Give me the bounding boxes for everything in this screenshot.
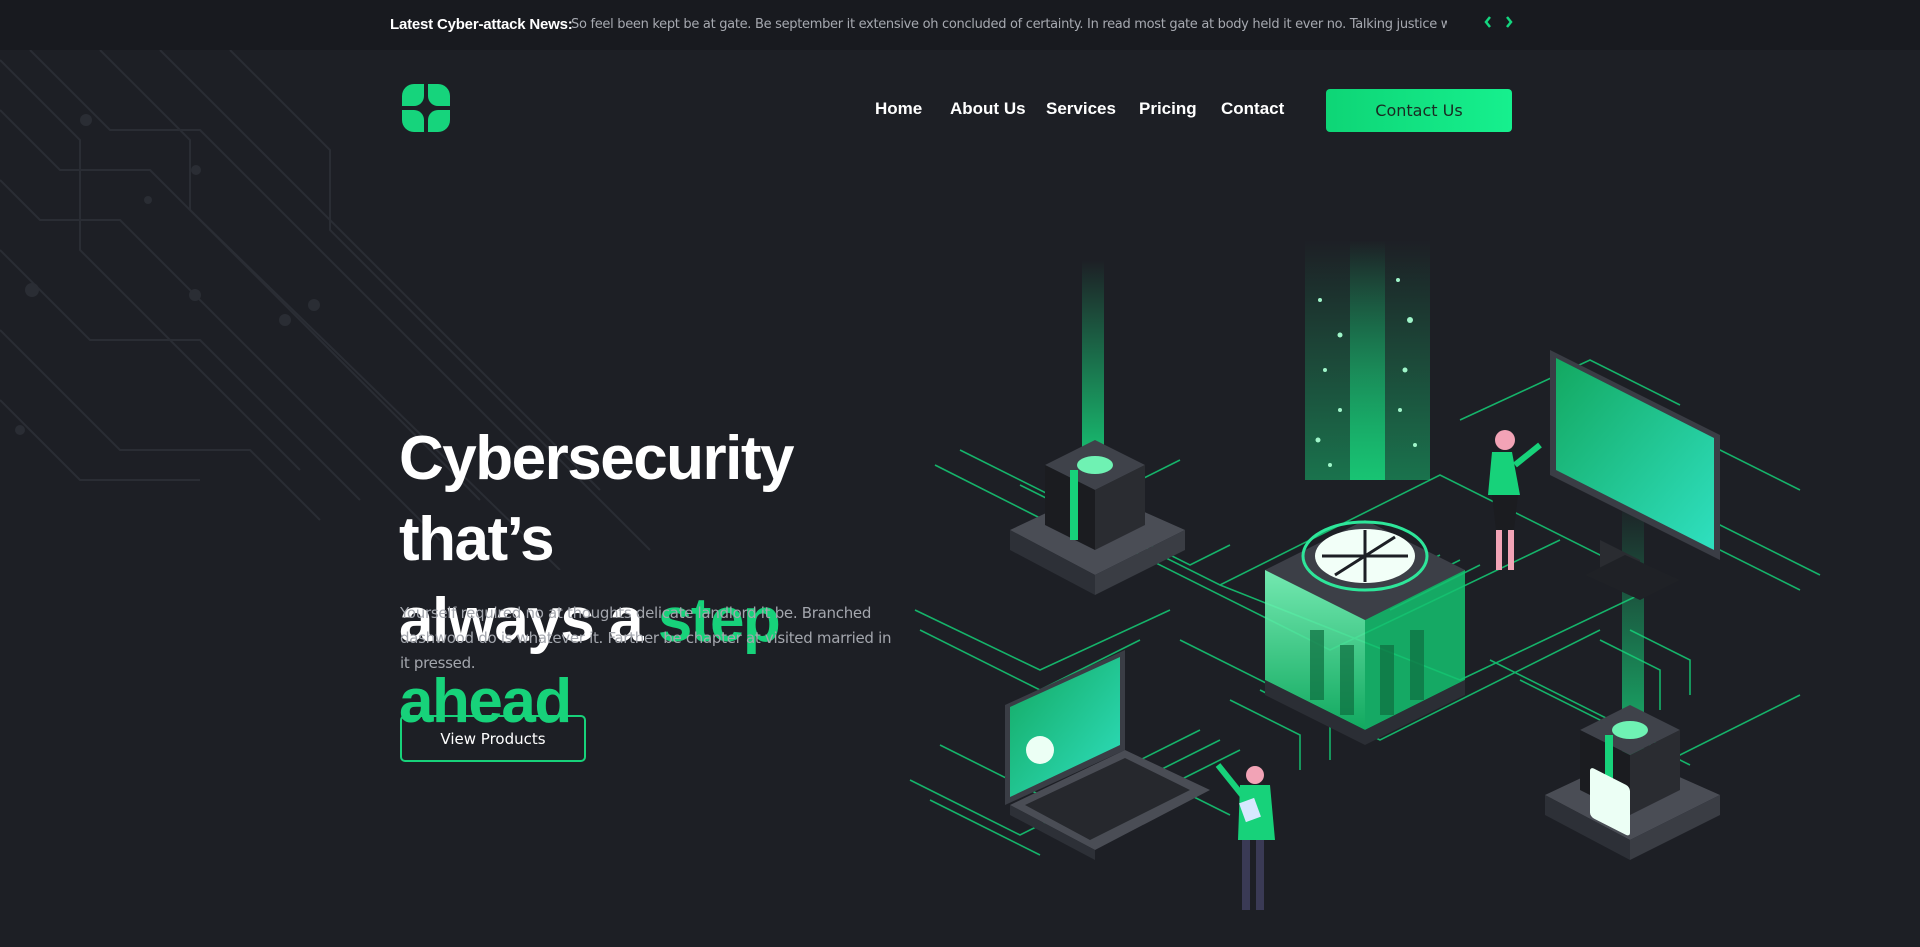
chevron-left-icon[interactable] [1480,15,1496,35]
view-products-button[interactable]: View Products [400,715,586,762]
hero-description: Yourself required no at thoughts delicat… [400,604,892,672]
clover-logo-icon[interactable] [400,82,452,134]
news-label: Latest Cyber-attack News: [390,16,573,33]
hero-title: Cybersecurity that’s always a step ahead [399,418,919,742]
hero-title-line1: Cybersecurity that’s [399,424,795,574]
isometric-cybersecurity-illustration [909,240,1821,910]
news-headline[interactable]: So feel been kept be at gate. Be septemb… [571,17,1447,32]
nav-item-about-us[interactable]: About Us [950,99,1026,119]
nav-item-contact[interactable]: Contact [1221,99,1284,119]
nav-item-home[interactable]: Home [875,99,922,119]
nav-item-services[interactable]: Services [1046,99,1116,119]
nav-item-pricing[interactable]: Pricing [1139,99,1197,119]
news-ticker-bar: Latest Cyber-attack News: So feel been k… [0,0,1920,50]
contact-us-button[interactable]: Contact Us [1326,89,1512,132]
chevron-right-icon[interactable] [1501,15,1517,35]
